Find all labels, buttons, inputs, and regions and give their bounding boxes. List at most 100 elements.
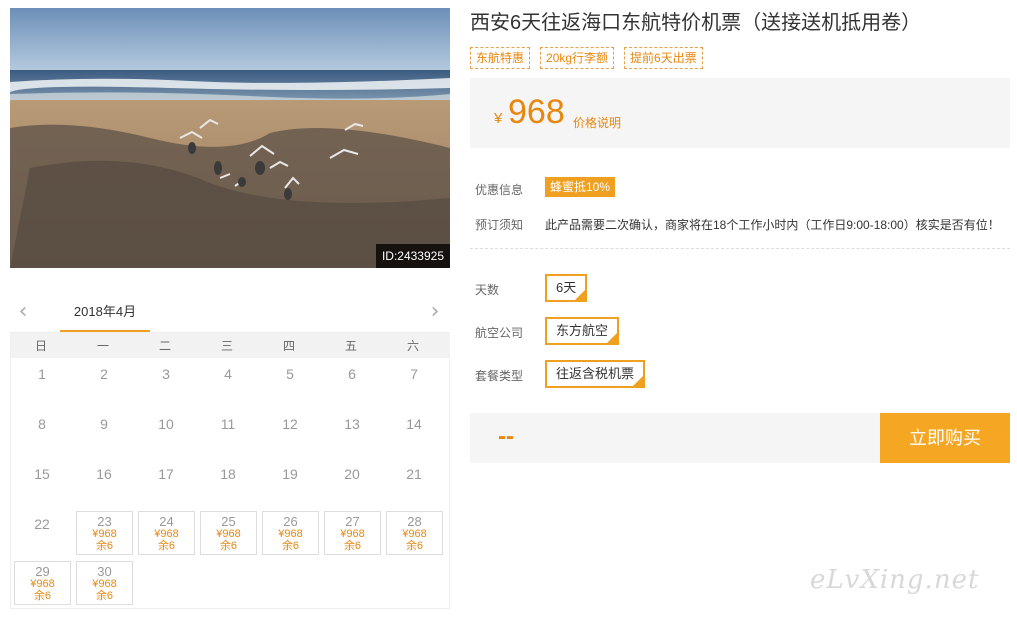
day-remaining: 余6	[281, 540, 300, 552]
discount-badge: 蜂蜜抵10%	[545, 177, 616, 197]
calendar-day: 11	[197, 408, 259, 458]
calendar-day: 15	[11, 458, 73, 508]
calendar-day-available[interactable]: 23 ¥968 余6	[76, 511, 133, 555]
buy-now-button[interactable]: 立即购买	[880, 413, 1010, 463]
divider	[470, 248, 1010, 249]
day-number: 4	[224, 366, 232, 382]
day-number: 1	[38, 366, 46, 382]
chevron-left-icon[interactable]: ‹	[14, 301, 32, 324]
chevron-right-icon[interactable]: ›	[426, 301, 444, 324]
calendar-day: 21	[383, 458, 445, 508]
day-number: 22	[34, 516, 50, 532]
product-tag: 提前6天出票	[624, 47, 703, 69]
calendar-day-available[interactable]: 24 ¥968 余6	[138, 511, 195, 555]
day-number: 26	[283, 514, 298, 529]
days-label: 天数	[475, 283, 500, 297]
calendar-day: 17	[135, 458, 197, 508]
calendar-day: 3	[135, 358, 197, 408]
calendar-day: 13	[321, 408, 383, 458]
airline-label: 航空公司	[475, 326, 524, 340]
calendar-day: 8	[11, 408, 73, 458]
check-icon: ✓	[635, 373, 643, 382]
calendar-day: 2	[73, 358, 135, 408]
day-number: 6	[348, 366, 356, 382]
calendar-day-available[interactable]: 25 ¥968 余6	[200, 511, 257, 555]
price-explain-link[interactable]: 价格说明	[573, 114, 621, 131]
day-number: 12	[282, 416, 298, 432]
day-number: 7	[410, 366, 418, 382]
notice-row: 预订须知 此产品需要二次确认，商家将在18个工作小时内（工作日9:00-18:0…	[475, 216, 1000, 233]
product-tag: 东航特惠	[470, 47, 531, 69]
calendar-day-available[interactable]: 27 ¥968 余6	[324, 511, 381, 555]
calendar-month-tab[interactable]: 2018年4月	[60, 296, 150, 332]
day-number: 11	[220, 416, 236, 432]
weekday-label: 三	[220, 339, 233, 353]
day-number: 20	[344, 466, 360, 482]
day-price: ¥968	[92, 578, 117, 590]
price-amount: 968	[508, 93, 565, 131]
check-icon: ✓	[577, 287, 585, 296]
day-price: ¥968	[154, 528, 179, 540]
calendar-day-available[interactable]: 26 ¥968 余6	[262, 511, 319, 555]
day-price: ¥968	[216, 528, 241, 540]
day-number: 30	[97, 564, 112, 579]
weekday-label: 六	[406, 339, 419, 353]
notice-label: 预订须知	[475, 218, 524, 232]
beach-seagulls-image	[10, 8, 450, 268]
day-number: 10	[158, 416, 174, 432]
calendar-day: 4	[197, 358, 259, 408]
weekday-label: 二	[158, 339, 171, 353]
day-number: 19	[282, 466, 298, 482]
day-price: ¥968	[278, 528, 303, 540]
day-remaining: 余6	[219, 540, 238, 552]
buy-bar: -- 立即购买	[470, 413, 1010, 463]
day-number: 25	[221, 514, 236, 529]
weekday-label: 一	[96, 339, 109, 353]
day-number: 18	[220, 466, 236, 482]
calendar-header: ‹ 2018年4月 ›	[10, 296, 450, 332]
day-number: 2	[100, 366, 108, 382]
calendar-day: 20	[321, 458, 383, 508]
calendar-day-available[interactable]: 29 ¥968 余6	[14, 561, 71, 605]
calendar-day: 18	[197, 458, 259, 508]
date-calendar: ‹ 2018年4月 › 日一二三四五六 1 2 3 4 5 6 7 8 9 10 11 12 13 14 1…	[10, 296, 450, 609]
days-option-text: 6天	[556, 280, 577, 295]
airline-option-selected[interactable]: 东方航空 ✓	[545, 317, 620, 345]
day-number: 13	[344, 416, 360, 432]
day-remaining: 余6	[95, 540, 114, 552]
product-photo: ID:2433925	[10, 8, 450, 268]
package-row: 套餐类型	[475, 367, 523, 384]
product-tags: 东航特惠 20kg行李额 提前6天出票	[470, 47, 703, 69]
calendar-day-available[interactable]: 30 ¥968 余6	[76, 561, 133, 605]
day-number: 16	[96, 466, 112, 482]
calendar-days-grid: 1 2 3 4 5 6 7 8 9 10 11 12 13 14 15 16 17 18 19 20 21 22 23 ¥96…	[10, 358, 450, 609]
day-number: 5	[286, 366, 294, 382]
product-tag: 20kg行李额	[540, 47, 615, 69]
day-number: 27	[345, 514, 360, 529]
weekday-label: 五	[344, 339, 357, 353]
days-option-selected[interactable]: 6天 ✓	[545, 274, 588, 302]
day-number: 9	[100, 416, 108, 432]
day-number: 29	[35, 564, 50, 579]
calendar-day: 22	[11, 508, 73, 558]
product-title: 西安6天往返海口东航特价机票（送接送机抵用卷）	[470, 12, 922, 34]
day-number: 28	[407, 514, 422, 529]
airline-row: 航空公司	[475, 324, 523, 341]
calendar-day-available[interactable]: 28 ¥968 余6	[386, 511, 443, 555]
package-label: 套餐类型	[475, 369, 524, 383]
package-option-selected[interactable]: 往返含税机票 ✓	[545, 360, 646, 388]
calendar-day: 7	[383, 358, 445, 408]
day-number: 24	[159, 514, 174, 529]
photo-id-label: ID:2433925	[375, 244, 450, 268]
check-icon: ✓	[609, 330, 617, 339]
day-price: ¥968	[340, 528, 365, 540]
day-number: 21	[406, 466, 422, 482]
day-price: ¥968	[30, 578, 55, 590]
day-remaining: 余6	[343, 540, 362, 552]
calendar-day: 10	[135, 408, 197, 458]
price-box: ¥ 968 价格说明	[470, 78, 1010, 148]
day-number: 17	[158, 466, 174, 482]
day-number: 15	[34, 466, 50, 482]
day-number: 3	[162, 366, 170, 382]
price-currency: ¥	[494, 110, 503, 127]
